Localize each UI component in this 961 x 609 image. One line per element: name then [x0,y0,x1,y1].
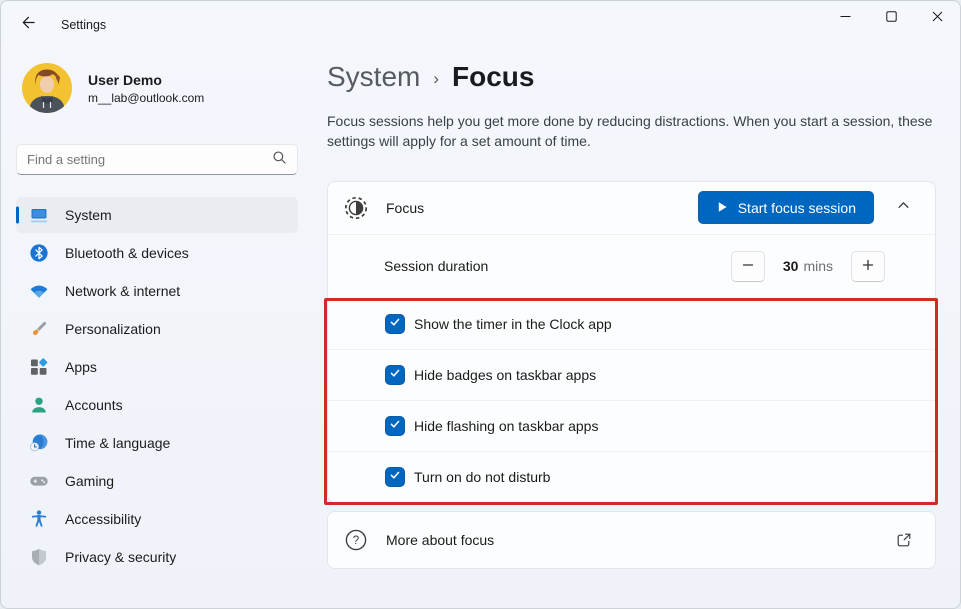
more-about-focus-card[interactable]: ? More about focus [327,511,936,569]
sidebar-item-gaming[interactable]: Gaming [16,463,298,499]
sidebar-item-apps[interactable]: Apps [16,349,298,385]
breadcrumb-parent[interactable]: System [327,61,420,93]
search-icon [272,150,287,170]
checkbox-hide-flashing[interactable] [385,416,405,436]
accessibility-person-icon [29,509,49,529]
user-avatar [22,63,72,113]
focus-header-row: Focus Start focus session [328,182,935,234]
collapse-expander-button[interactable] [887,193,919,223]
apps-icon [29,357,49,377]
search-input[interactable] [27,152,272,167]
close-button[interactable] [914,1,960,35]
svg-text:?: ? [353,535,359,547]
person-icon [29,395,49,415]
focus-option-row-hide-badges[interactable]: Hide badges on taskbar apps [328,349,935,400]
close-icon [932,9,943,27]
user-profile[interactable]: User Demo m__lab@outlook.com [22,63,298,113]
sidebar-item-label: Accounts [65,397,123,413]
checkmark-icon [389,417,401,435]
back-button[interactable] [9,10,47,40]
focus-icon [344,196,368,220]
duration-unit: mins [803,258,833,274]
sidebar-item-bluetooth-devices[interactable]: Bluetooth & devices [16,235,298,271]
sidebar-item-accessibility[interactable]: Accessibility [16,501,298,537]
focus-option-row-do-not-disturb[interactable]: Turn on do not disturb [328,451,935,502]
sidebar-item-label: Personalization [65,321,161,337]
sidebar-item-network-internet[interactable]: Network & internet [16,273,298,309]
sidebar-nav: System Bluetooth & devices Network & int… [16,197,298,575]
session-duration-row: Session duration 30 mins [328,234,935,298]
profile-name: User Demo [88,72,204,88]
paintbrush-icon [29,319,49,339]
gamepad-icon [29,471,49,491]
globe-clock-icon [29,433,49,453]
sidebar-item-label: Network & internet [65,283,180,299]
external-link-icon[interactable] [889,525,919,555]
session-duration-value: 30 mins [776,258,840,274]
window-controls [822,1,960,35]
start-focus-session-button[interactable]: Start focus session [698,191,874,224]
session-duration-stepper: 30 mins [731,251,885,282]
sidebar-item-label: Accessibility [65,511,141,527]
search-box[interactable] [16,144,298,175]
focus-card: Focus Start focus session Session durati… [327,181,936,503]
checkbox-label: Turn on do not disturb [414,469,550,485]
sidebar-item-label: Apps [65,359,97,375]
sidebar-item-label: System [65,207,112,223]
session-duration-label: Session duration [384,258,488,274]
focus-option-row-hide-flashing[interactable]: Hide flashing on taskbar apps [328,400,935,451]
minimize-icon [840,9,851,27]
focus-option-row-show-timer[interactable]: Show the timer in the Clock app [328,298,935,349]
play-icon [716,200,728,216]
increase-duration-button[interactable] [851,251,885,282]
checkbox-do-not-disturb[interactable] [385,467,405,487]
breadcrumb-separator-icon: › [433,65,439,89]
sidebar-item-label: Privacy & security [65,549,176,565]
start-button-label: Start focus session [738,200,856,216]
shield-icon [29,547,49,567]
sidebar-item-time-language[interactable]: Time & language [16,425,298,461]
more-about-focus-label: More about focus [386,532,494,548]
checkbox-label: Show the timer in the Clock app [414,316,612,332]
sidebar-item-label: Gaming [65,473,114,489]
maximize-icon [886,9,897,27]
plus-icon [862,259,874,274]
checkbox-label: Hide badges on taskbar apps [414,367,596,383]
profile-email: m__lab@outlook.com [88,91,204,105]
more-about-focus-row[interactable]: ? More about focus [328,512,935,568]
main-content: System › Focus Focus sessions help you g… [313,49,960,609]
sidebar-item-accounts[interactable]: Accounts [16,387,298,423]
maximize-button[interactable] [868,1,914,35]
minimize-button[interactable] [822,1,868,35]
app-title: Settings [61,18,106,32]
sidebar-item-label: Time & language [65,435,170,451]
checkmark-icon [389,468,401,486]
profile-text: User Demo m__lab@outlook.com [88,72,204,105]
duration-number: 30 [783,258,799,274]
checkmark-icon [389,315,401,333]
page-description: Focus sessions help you get more done by… [327,112,936,152]
chevron-up-icon [897,199,910,217]
sidebar-item-privacy-security[interactable]: Privacy & security [16,539,298,575]
wifi-icon [29,281,49,301]
focus-card-title: Focus [386,200,424,216]
sidebar-item-label: Bluetooth & devices [65,245,189,261]
back-arrow-icon [21,15,36,35]
page-title: Focus [452,61,534,93]
settings-window: Settings [0,0,961,609]
sidebar-item-personalization[interactable]: Personalization [16,311,298,347]
minus-icon [742,259,754,274]
checkmark-icon [389,366,401,384]
help-icon: ? [344,528,368,552]
sidebar-item-system[interactable]: System [16,197,298,233]
checkbox-show-timer[interactable] [385,314,405,334]
breadcrumb: System › Focus [327,61,936,93]
sidebar: User Demo m__lab@outlook.com System [1,49,313,609]
checkbox-label: Hide flashing on taskbar apps [414,418,598,434]
checkbox-hide-badges[interactable] [385,365,405,385]
decrease-duration-button[interactable] [731,251,765,282]
system-icon [29,205,49,225]
bluetooth-icon [29,243,49,263]
titlebar: Settings [1,1,960,49]
